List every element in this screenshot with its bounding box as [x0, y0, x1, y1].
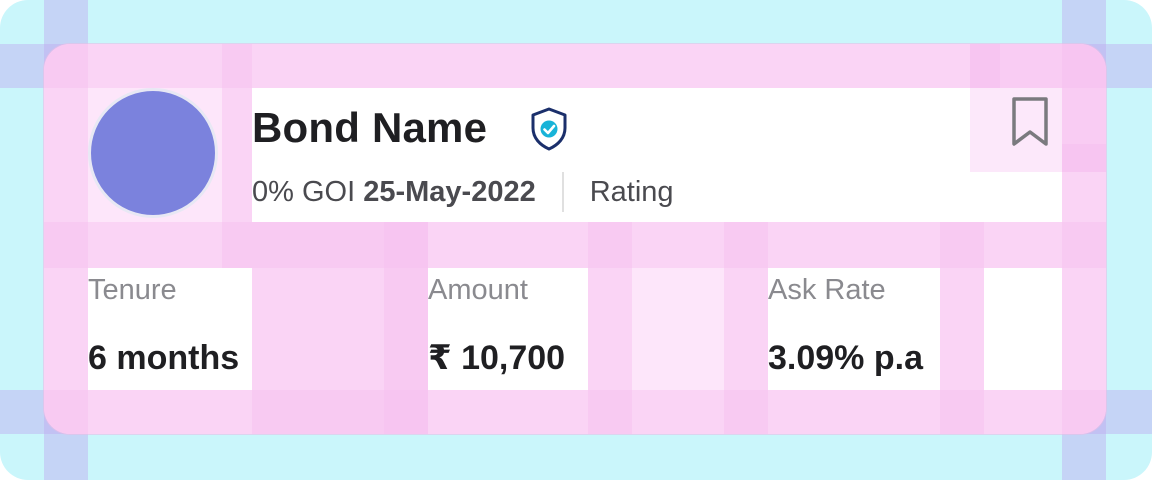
bond-subtitle: 0% GOI 25-May-2022 Rating [252, 172, 674, 212]
tenure-label: Tenure [88, 274, 177, 306]
bond-card[interactable]: Bond Name 0% GOI 25-May-2022 Rating Tenu… [44, 44, 1106, 434]
bookmark-icon[interactable] [1009, 96, 1051, 148]
bond-description: 0% GOI 25-May-2022 [252, 172, 536, 212]
guide-band [940, 222, 984, 434]
verified-shield-icon [531, 107, 567, 151]
ask-rate-label: Ask Rate [768, 274, 886, 306]
amount-value: ₹ 10,700 [428, 339, 566, 377]
guide-band [44, 44, 88, 434]
guide-band [724, 222, 768, 434]
ask-rate-value: 3.09% p.a [768, 339, 923, 377]
bond-maturity-date: 25-May-2022 [363, 176, 536, 208]
rating-label: Rating [589, 176, 674, 208]
bond-avatar [88, 88, 218, 218]
stat-content-area [984, 268, 1062, 390]
bond-card-screen: Bond Name 0% GOI 25-May-2022 Rating Tenu… [0, 0, 1152, 480]
amount-label: Amount [428, 274, 528, 306]
guide-band [44, 44, 1106, 88]
bond-title: Bond Name [252, 104, 488, 151]
guide-band [384, 222, 428, 434]
guide-band [588, 222, 632, 434]
tenure-value: 6 months [88, 339, 240, 377]
guide-band [222, 44, 252, 268]
bond-description-prefix: 0% GOI [252, 176, 364, 208]
subtitle-divider [561, 172, 564, 212]
